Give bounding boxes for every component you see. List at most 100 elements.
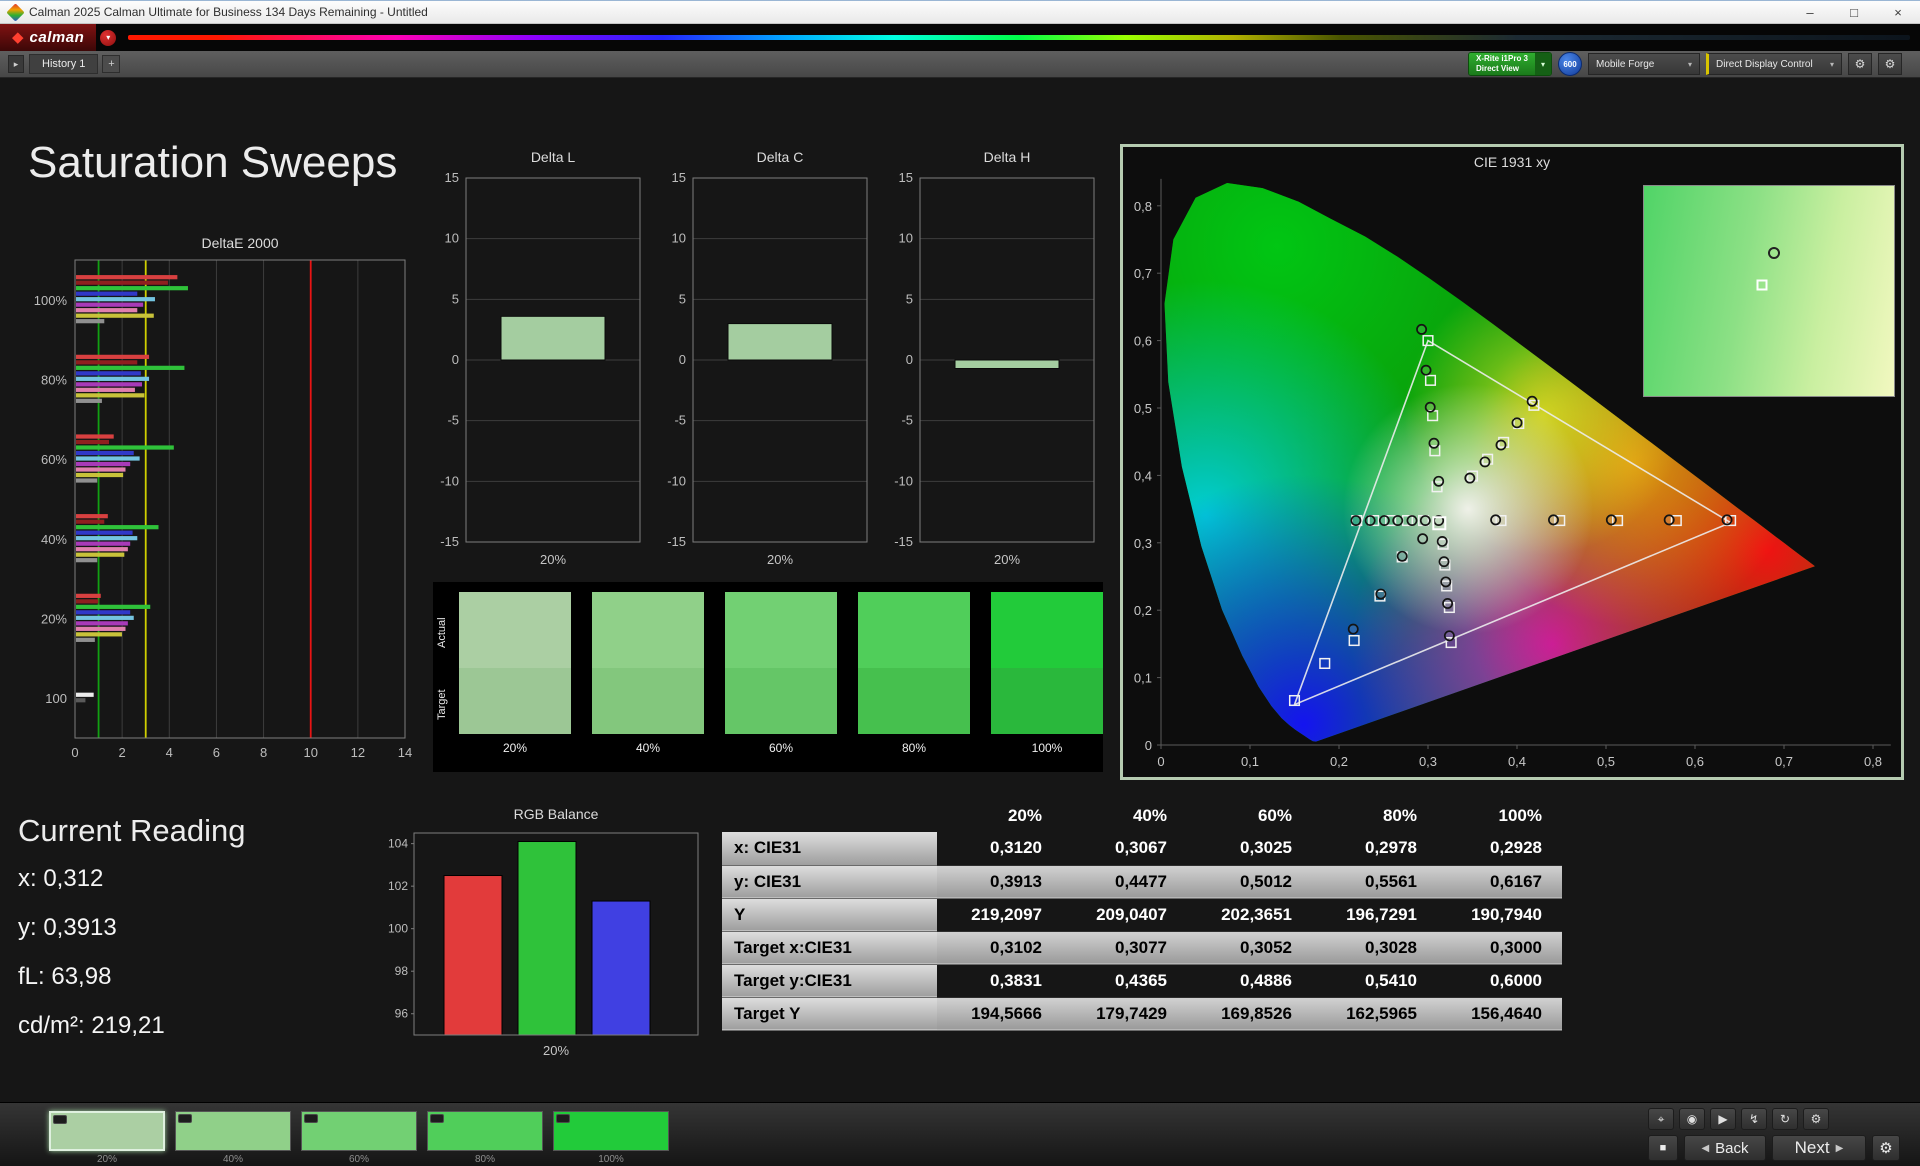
stop-button[interactable]: ■: [1648, 1135, 1678, 1161]
badge-600[interactable]: 600: [1558, 52, 1582, 76]
table-row: Target y:CIE31 0,3831 0,4365 0,4886 0,5410 0,…: [722, 964, 1562, 998]
svg-text:0,1: 0,1: [1241, 754, 1259, 769]
saturation-patch: 20%: [459, 592, 571, 755]
svg-text:0,4: 0,4: [1134, 468, 1152, 483]
table-row: x: CIE31 0,3120 0,3067 0,3025 0,2978 0,2928: [722, 832, 1562, 866]
target-icon: ⌖: [1657, 1111, 1665, 1126]
swatch-100%[interactable]: [553, 1111, 669, 1151]
logo-dropdown-button[interactable]: ▾: [100, 29, 117, 46]
svg-text:20%: 20%: [994, 552, 1020, 567]
svg-text:10: 10: [303, 745, 317, 760]
svg-text:0: 0: [71, 745, 78, 760]
svg-text:0,7: 0,7: [1134, 266, 1152, 281]
swatch-label: 100%: [598, 1154, 624, 1165]
table-row: Target Y 194,5666 179,7429 169,8526 162,5965…: [722, 997, 1562, 1031]
svg-text:-15: -15: [667, 534, 686, 549]
reading-fl: fL: 63,98: [18, 963, 112, 990]
refresh-icon: ↻: [1779, 1112, 1791, 1126]
swatch-60%[interactable]: [301, 1111, 417, 1151]
meter-indicator-icon: [304, 1114, 318, 1123]
delta-h-chart: Delta H 15 10 5 0 -5 -10 -15 20%: [877, 140, 1102, 585]
pattern-source-dropdown[interactable]: Mobile Forge ▾: [1588, 53, 1700, 75]
svg-text:20%: 20%: [540, 552, 566, 567]
tab-bar: ▸ History 1 + X-Rite i1Pro 3 Direct View…: [0, 51, 1920, 78]
settings-button[interactable]: ⚙: [1803, 1108, 1829, 1130]
svg-text:8: 8: [260, 745, 267, 760]
table-cell: 0,3077: [1062, 931, 1187, 965]
meter-line2: Direct View: [1475, 64, 1519, 73]
svg-text:-5: -5: [901, 413, 913, 428]
svg-text:2: 2: [119, 745, 126, 760]
tab-history1[interactable]: History 1: [29, 54, 99, 74]
table-cell: 194,5666: [937, 997, 1062, 1031]
reading-y: y: 0,3913: [18, 914, 117, 941]
workflow-gear-button[interactable]: ⚙: [1878, 53, 1902, 75]
settings-icon: ⚙: [1810, 1112, 1822, 1126]
saturation-patch: 80%: [858, 592, 970, 755]
row-label: Target Y: [722, 997, 937, 1031]
swatch-item: 20%: [49, 1111, 165, 1165]
actual-patch-swatch: [991, 592, 1103, 668]
bottom-settings-button[interactable]: ⚙: [1872, 1135, 1900, 1161]
svg-text:0: 0: [906, 352, 913, 367]
svg-text:-10: -10: [894, 473, 913, 488]
cie-inset-zoom: [1643, 185, 1895, 397]
swatch-20%[interactable]: [49, 1111, 165, 1151]
swatch-80%[interactable]: [427, 1111, 543, 1151]
svg-text:10: 10: [445, 231, 459, 246]
back-button[interactable]: ◀ Back: [1684, 1135, 1766, 1161]
record-button[interactable]: ◉: [1679, 1108, 1705, 1130]
swatch-label: 40%: [222, 1154, 243, 1165]
minimize-button[interactable]: –: [1788, 1, 1832, 23]
flash-icon: ↯: [1748, 1112, 1760, 1126]
settings-gear-button[interactable]: ⚙: [1848, 53, 1872, 75]
svg-text:15: 15: [672, 170, 686, 185]
patch-items: 20% 40% 60% 80% 100%: [433, 582, 1103, 755]
refresh-button[interactable]: ↻: [1772, 1108, 1798, 1130]
rgb-balance-chart: RGB Balance 104 102 100 98 96 20%: [380, 803, 710, 1063]
transport-nav-row: ■ ◀ Back Next ▶ ⚙: [1648, 1135, 1906, 1161]
page-title: Saturation Sweeps: [28, 138, 398, 187]
inset-target-point: [1756, 279, 1767, 291]
target-button[interactable]: ⌖: [1648, 1108, 1674, 1130]
add-tab-button[interactable]: +: [102, 55, 121, 73]
gear-icon: ⚙: [1884, 57, 1896, 71]
svg-text:96: 96: [395, 1007, 409, 1021]
svg-text:-10: -10: [440, 473, 459, 488]
current-reading: Current Reading x: 0,312 y: 0,3913 fL: 6…: [18, 813, 358, 1061]
target-patch-swatch: [725, 668, 837, 734]
table-cell: 196,7291: [1312, 898, 1437, 932]
meter-line1: X-Rite i1Pro 3: [1475, 54, 1528, 64]
rainbow-strip: [128, 35, 1910, 40]
reading-cdm2: cd/m²: 219,21: [18, 1012, 165, 1039]
patch-label: 40%: [635, 741, 661, 755]
patch-label: 20%: [502, 741, 528, 755]
svg-text:0,5: 0,5: [1134, 401, 1152, 416]
chevron-down-icon: ▾: [106, 33, 111, 42]
meter-select-button[interactable]: X-Rite i1Pro 3 Direct View ▾: [1467, 52, 1552, 76]
patch-label: 80%: [901, 741, 927, 755]
chevron-down-icon: ▾: [1535, 53, 1551, 75]
column-header: 20%: [1007, 806, 1042, 825]
saturation-patch: 60%: [725, 592, 837, 755]
svg-text:12: 12: [351, 745, 365, 760]
window-title: Calman 2025 Calman Ultimate for Business…: [29, 5, 428, 19]
tab-scroll-button[interactable]: ▸: [8, 55, 24, 73]
play-button[interactable]: ▶: [1710, 1108, 1736, 1130]
arrow-right-icon: ▸: [13, 58, 19, 69]
next-button[interactable]: Next ▶: [1772, 1135, 1866, 1161]
saturation-patch: 40%: [592, 592, 704, 755]
table-row: y: CIE31 0,3913 0,4477 0,5012 0,5561 0,6167: [722, 865, 1562, 899]
svg-text:5: 5: [906, 291, 913, 306]
calman-logo[interactable]: ◆ calman: [0, 24, 97, 51]
close-button[interactable]: ×: [1876, 1, 1920, 23]
swatch-40%[interactable]: [175, 1111, 291, 1151]
svg-text:-10: -10: [667, 473, 686, 488]
svg-text:14: 14: [398, 745, 412, 760]
display-control-dropdown[interactable]: Direct Display Control ▾: [1706, 53, 1842, 75]
maximize-button[interactable]: □: [1832, 1, 1876, 23]
flash-button[interactable]: ↯: [1741, 1108, 1767, 1130]
svg-text:5: 5: [452, 291, 459, 306]
svg-text:-5: -5: [674, 413, 686, 428]
next-icon: ▶: [1835, 1142, 1844, 1154]
